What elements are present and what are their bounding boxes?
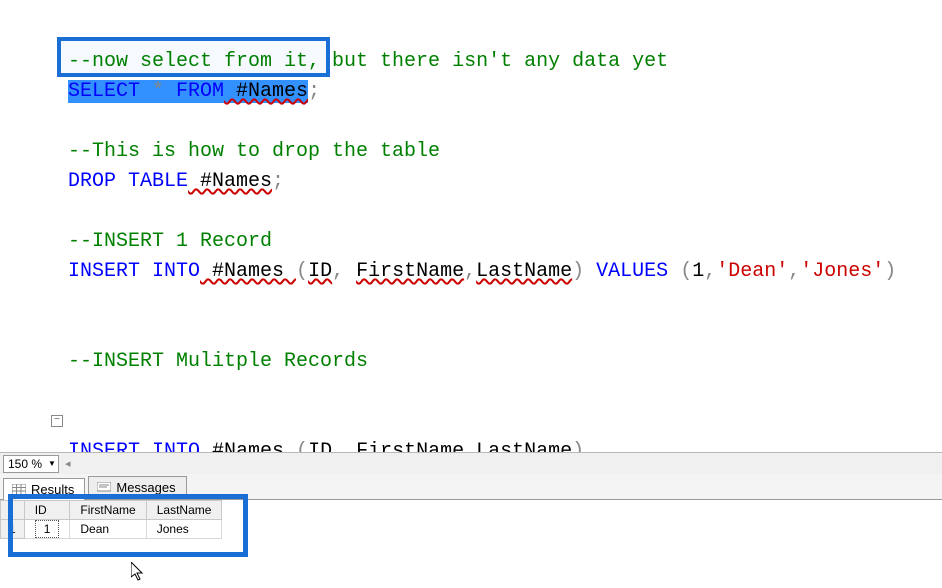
sql-identifier: #Names <box>188 170 272 193</box>
tab-messages[interactable]: Messages <box>88 476 186 499</box>
messages-icon <box>97 482 111 493</box>
col: ID <box>308 440 332 452</box>
comma: , <box>464 260 476 283</box>
sql-keyword: VALUES <box>584 260 680 283</box>
cell-firstname[interactable]: Dean <box>70 520 146 539</box>
results-tabbar: Results Messages <box>0 474 942 500</box>
table-row[interactable]: 1 1 Dean Jones <box>1 520 222 539</box>
sql-identifier: #Names <box>200 260 296 283</box>
comma: , <box>464 440 476 452</box>
tab-results[interactable]: Results <box>3 478 85 500</box>
code-editor[interactable]: − --now select from it, but there isn't … <box>0 0 942 452</box>
paren: ( <box>296 260 308 283</box>
sql-keyword: TABLE <box>116 170 188 193</box>
editor-gutter <box>0 0 48 452</box>
col-header-id[interactable]: ID <box>24 501 70 520</box>
num: 1 <box>692 260 704 283</box>
header-row: ID FirstName LastName <box>1 501 222 520</box>
cell-id[interactable]: 1 <box>24 520 70 539</box>
tab-label: Messages <box>116 480 175 495</box>
comment-line: --This is how to drop the table <box>68 140 440 163</box>
col: LastName <box>476 440 572 452</box>
hscroll-left-icon[interactable]: ◂ <box>65 457 75 471</box>
paren: ) <box>884 260 896 283</box>
sql-keyword: SELECT <box>68 80 140 103</box>
cell-value: 1 <box>35 520 60 538</box>
sql-star: * <box>140 80 176 103</box>
results-grid[interactable]: ID FirstName LastName 1 1 Dean Jones <box>0 500 260 539</box>
comma: , <box>704 260 716 283</box>
paren: ( <box>296 440 308 452</box>
sql-identifier: #Names <box>224 80 308 103</box>
comma: , <box>788 260 800 283</box>
corner-cell <box>1 501 25 520</box>
paren: ( <box>680 260 692 283</box>
col-header-lastname[interactable]: LastName <box>146 501 222 520</box>
sql-identifier: #Names <box>200 440 296 452</box>
string-literal: 'Dean' <box>716 260 788 283</box>
mouse-cursor-icon <box>131 562 147 588</box>
chevron-down-icon: ▼ <box>48 459 56 468</box>
comma: , <box>332 260 356 283</box>
fold-glyph-minus[interactable]: − <box>51 415 63 427</box>
comment-line: --INSERT Mulitple Records <box>68 350 368 373</box>
sql-keyword: DROP <box>68 170 116 193</box>
grid-icon <box>12 484 26 495</box>
semicolon: ; <box>308 80 320 103</box>
col: FirstName <box>356 260 464 283</box>
zoom-dropdown[interactable]: 150 % ▼ <box>3 455 59 473</box>
col: ID <box>308 260 332 283</box>
col: FirstName <box>356 440 464 452</box>
comment-line: --INSERT 1 Record <box>68 230 272 253</box>
paren: ) <box>572 440 584 452</box>
sql-keyword: INSERT <box>68 440 140 452</box>
sql-keyword: INTO <box>140 440 200 452</box>
code-text[interactable]: --now select from it, but there isn't an… <box>68 17 896 452</box>
comment-line: --now select from it, but there isn't an… <box>68 50 668 73</box>
sql-keyword: INSERT <box>68 260 140 283</box>
col-header-firstname[interactable]: FirstName <box>70 501 146 520</box>
editor-status-bar: 150 % ▼ ◂ <box>0 452 942 474</box>
paren: ) <box>572 260 584 283</box>
tab-label: Results <box>31 482 74 497</box>
string-literal: 'Jones' <box>800 260 884 283</box>
sql-keyword: INTO <box>140 260 200 283</box>
sql-keyword: FROM <box>176 80 224 103</box>
row-header[interactable]: 1 <box>1 520 25 539</box>
comma: , <box>332 440 356 452</box>
col: LastName <box>476 260 572 283</box>
zoom-value: 150 % <box>8 457 42 471</box>
semicolon: ; <box>272 170 284 193</box>
cell-lastname[interactable]: Jones <box>146 520 222 539</box>
